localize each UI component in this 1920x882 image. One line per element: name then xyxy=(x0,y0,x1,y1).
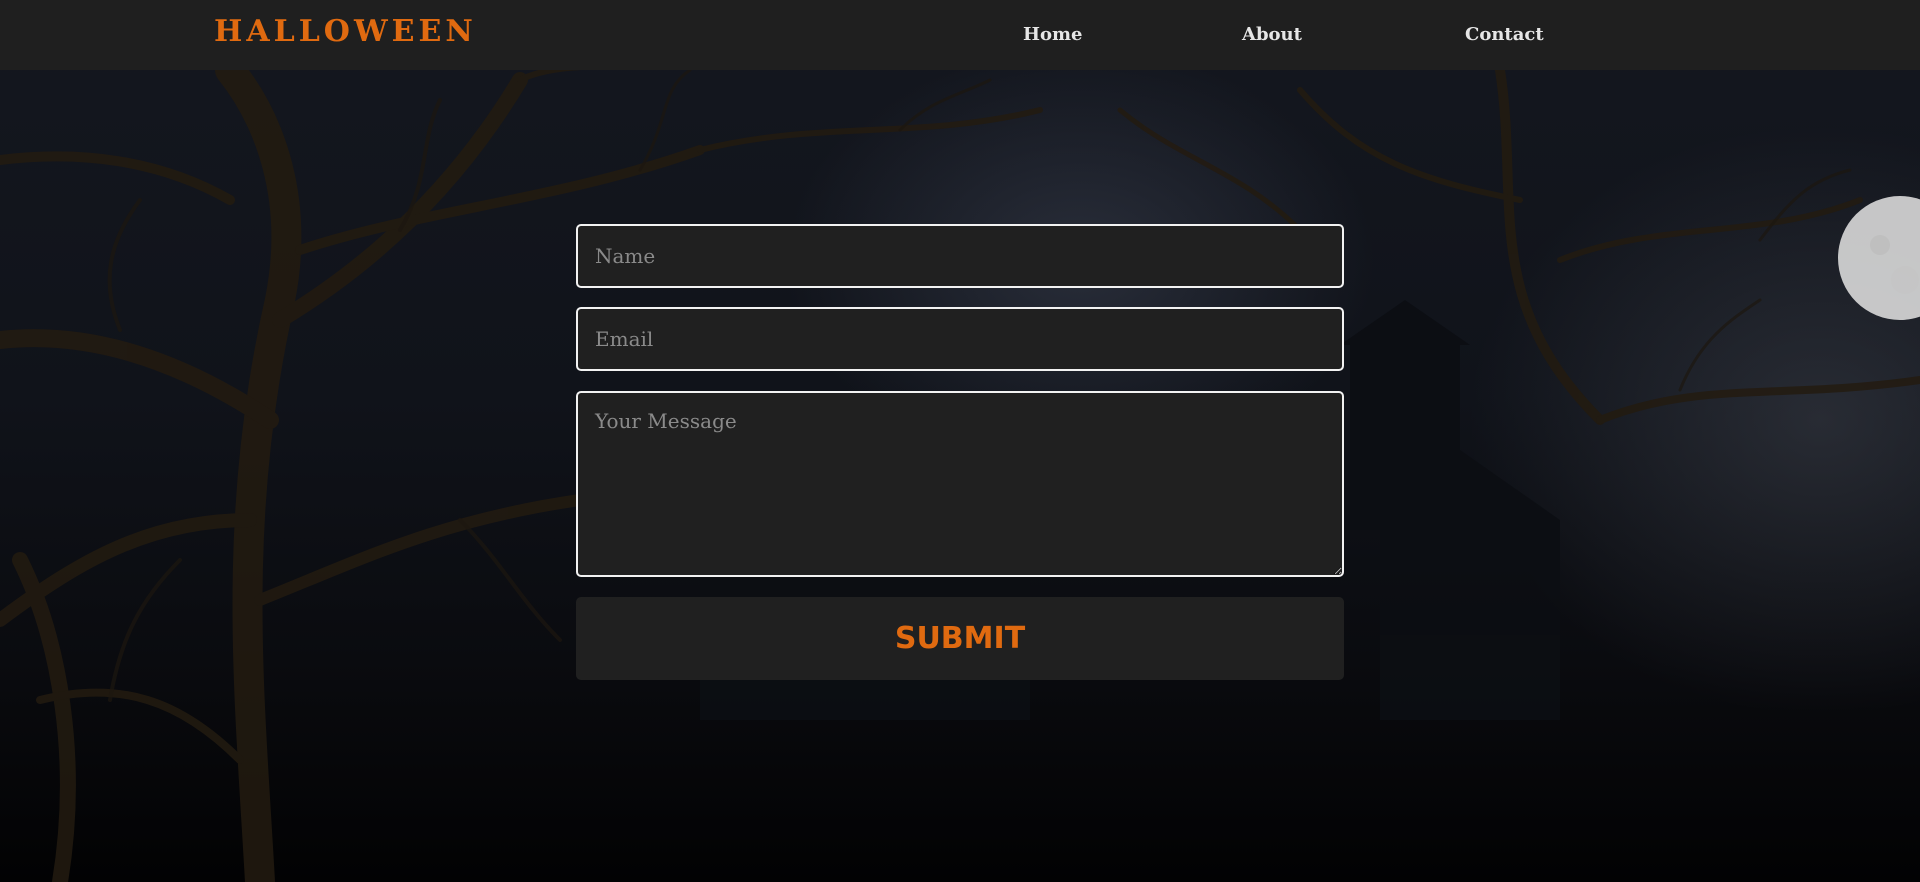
message-textarea[interactable] xyxy=(576,391,1344,577)
submit-button[interactable]: SUBMIT xyxy=(576,597,1344,680)
navbar: HALLOWEEN Home About Contact xyxy=(0,0,1920,70)
nav-link-contact[interactable]: Contact xyxy=(1465,24,1544,45)
brand-logo[interactable]: HALLOWEEN xyxy=(214,14,477,49)
nav-link-about[interactable]: About xyxy=(1242,24,1302,45)
contact-form: SUBMIT xyxy=(576,224,1344,680)
email-input[interactable] xyxy=(576,307,1344,371)
moon xyxy=(1838,196,1920,320)
name-input[interactable] xyxy=(576,224,1344,288)
page: HALLOWEEN Home About Contact SUBMIT xyxy=(0,0,1920,882)
nav-link-home[interactable]: Home xyxy=(1023,24,1083,45)
